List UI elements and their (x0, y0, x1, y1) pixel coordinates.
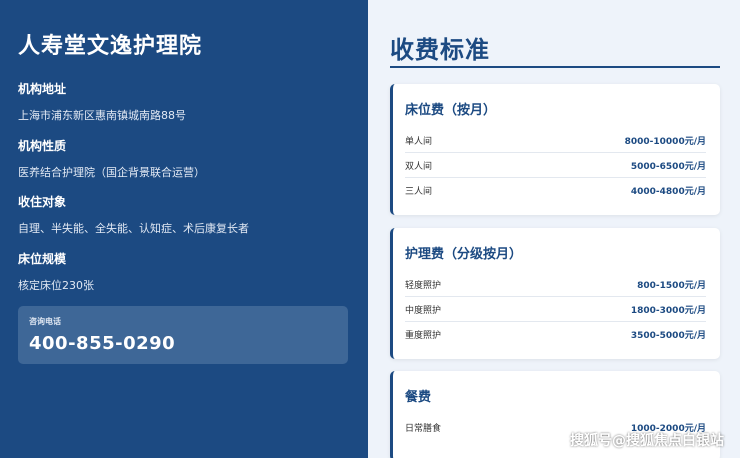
bed-fee-card: 床位费（按月） 单人间 8000-10000元/月 双人间 5000-6500元… (390, 84, 720, 215)
card-title: 餐费 (405, 390, 432, 405)
address-value: 上海市浦东新区惠南镇城南路88号 (18, 109, 186, 122)
room-type-label: 三人间 (405, 187, 433, 197)
price-value: 5000-6500元/月 (630, 161, 706, 172)
beds-value: 核定床位230张 (18, 279, 94, 292)
price-row: 中度照护 1800-3000元/月 (405, 297, 706, 322)
care-level-label: 中度照护 (405, 305, 442, 316)
price-row: 三人间 4000-4800元/月 (405, 178, 706, 203)
address-field: 机构地址 上海市浦东新区惠南镇城南路88号 (18, 80, 186, 123)
phone-label: 咨询电话 (29, 317, 61, 326)
target-value: 自理、半失能、全失能、认知症、术后康复长者 (18, 222, 249, 235)
org-name: 人寿堂文逸护理院 (18, 34, 203, 59)
nature-value: 医养结合护理院（国企背景联合运营） (18, 166, 205, 179)
info-panel: 人寿堂文逸护理院 机构地址 上海市浦东新区惠南镇城南路88号 机构性质 医养结合… (0, 0, 368, 458)
beds-field: 床位规模 核定床位230张 (18, 250, 94, 293)
pricing-panel: 收费标准 床位费（按月） 单人间 8000-10000元/月 双人间 5000-… (368, 0, 740, 458)
card-title: 床位费（按月） (405, 103, 497, 118)
phone-box[interactable]: 咨询电话 400-855-0290 (18, 306, 348, 364)
card-title: 护理费（分级按月） (405, 247, 523, 262)
beds-label: 床位规模 (18, 252, 67, 266)
title-divider (390, 66, 720, 68)
price-value: 4000-4800元/月 (630, 187, 706, 197)
watermark: 搜狐号@搜狐焦点白银站 (570, 433, 724, 449)
nature-label: 机构性质 (18, 139, 67, 153)
meal-label: 日常膳食 (405, 424, 442, 434)
care-level-label: 轻度照护 (405, 280, 442, 291)
price-value: 3500-5000元/月 (630, 331, 706, 341)
care-level-label: 重度照护 (405, 331, 442, 341)
target-field: 收住对象 自理、半失能、全失能、认知症、术后康复长者 (18, 193, 249, 236)
care-fee-card: 护理费（分级按月） 轻度照护 800-1500元/月 中度照护 1800-300… (390, 228, 720, 359)
price-value: 800-1500元/月 (637, 280, 706, 291)
room-type-label: 双人间 (405, 161, 433, 172)
target-label: 收住对象 (18, 195, 67, 209)
price-row: 重度照护 3500-5000元/月 (405, 322, 706, 347)
nature-field: 机构性质 医养结合护理院（国企背景联合运营） (18, 137, 205, 180)
room-type-label: 单人间 (405, 136, 433, 147)
price-row: 双人间 5000-6500元/月 (405, 153, 706, 178)
price-value: 1800-3000元/月 (630, 305, 706, 316)
phone-number[interactable]: 400-855-0290 (29, 333, 337, 354)
price-row: 单人间 8000-10000元/月 (405, 128, 706, 153)
price-row: 轻度照护 800-1500元/月 (405, 272, 706, 297)
address-label: 机构地址 (18, 82, 67, 96)
pricing-title: 收费标准 (390, 36, 490, 64)
price-value: 8000-10000元/月 (624, 136, 706, 147)
